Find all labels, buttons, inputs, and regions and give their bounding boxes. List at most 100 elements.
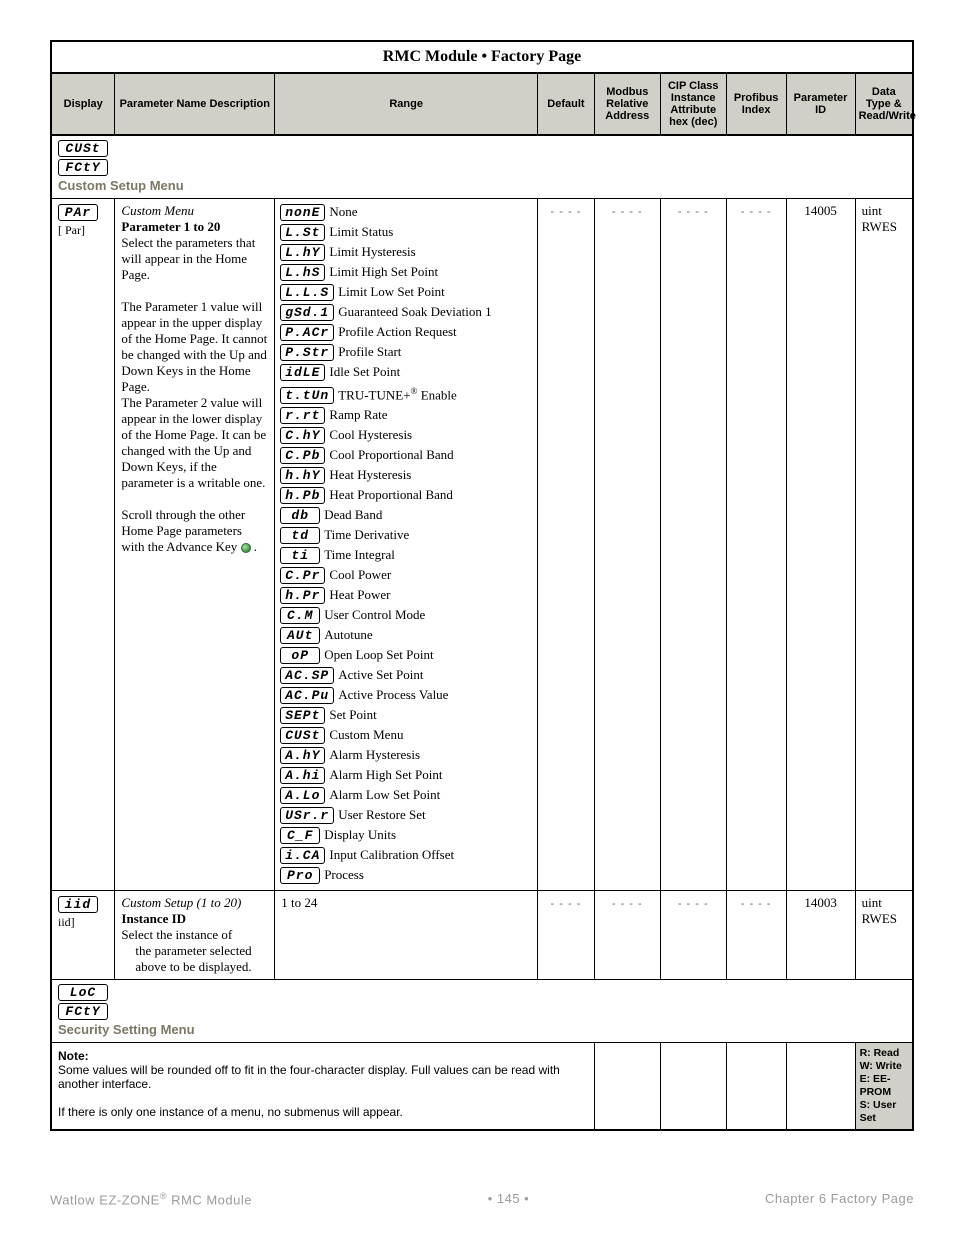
range-seg: L.St: [280, 224, 325, 241]
range-seg: L.hS: [280, 264, 325, 281]
range-item: nonENone: [280, 203, 532, 222]
range-text: Limit Low Set Point: [338, 283, 445, 300]
note-line1: Some values will be rounded off to fit i…: [58, 1063, 560, 1091]
range-text: Limit Status: [329, 223, 393, 240]
range-text: Autotune: [324, 626, 372, 643]
range-text: Process: [324, 866, 364, 883]
range-item: C.PbCool Proportional Band: [280, 446, 532, 465]
range-item: C.PrCool Power: [280, 566, 532, 585]
range-item: USr.rUser Restore Set: [280, 806, 532, 825]
range-text: Time Integral: [324, 546, 395, 563]
row1-bold: Parameter 1 to 20: [121, 219, 220, 234]
row1-profibus: - - - -: [741, 206, 772, 218]
row1-p4b: .: [251, 539, 258, 554]
row1-cip: - - - -: [678, 206, 709, 218]
range-seg: h.Pr: [280, 587, 325, 604]
range-text: Alarm High Set Point: [329, 766, 442, 783]
range-item: gSd.1Guaranteed Soak Deviation 1: [280, 303, 532, 322]
range-item: h.PbHeat Proportional Band: [280, 486, 532, 505]
row1-p1: Select the parameters that will appear i…: [121, 235, 255, 282]
range-seg: P.Str: [280, 344, 334, 361]
range-item: C.MUser Control Mode: [280, 606, 532, 625]
row1-seg: PAr: [58, 204, 98, 221]
range-item: ProProcess: [280, 866, 532, 885]
hdr-profibus: Profibus Index: [726, 73, 786, 135]
range-seg: i.CA: [280, 847, 325, 864]
row2-default: - - - -: [551, 898, 582, 910]
range-seg: A.hi: [280, 767, 325, 784]
range-item: AC.SPActive Set Point: [280, 666, 532, 685]
section1-seg2: FCtY: [58, 159, 108, 176]
section1-label: Custom Setup Menu: [58, 178, 184, 193]
footer-left: Watlow EZ-ZONE® RMC Module: [50, 1191, 252, 1207]
note-row: Note: Some values will be rounded off to…: [51, 1043, 913, 1131]
hdr-modbus: Modbus Relative Address: [594, 73, 660, 135]
range-text: TRU-TUNE+® Enable: [338, 383, 457, 403]
range-text: Cool Power: [329, 566, 391, 583]
range-text: Alarm Hysteresis: [329, 746, 420, 763]
range-text: Alarm Low Set Point: [329, 786, 440, 803]
range-seg: db: [280, 507, 320, 524]
row1-dt1: uint: [862, 203, 882, 218]
range-item: tdTime Derivative: [280, 526, 532, 545]
range-item: r.rtRamp Rate: [280, 406, 532, 425]
range-seg: Pro: [280, 867, 320, 884]
row1-param: 14005: [804, 203, 837, 218]
row1-p3: The Parameter 2 value will appear in the…: [121, 395, 266, 490]
range-text: Profile Start: [338, 343, 401, 360]
range-seg: t.tUn: [280, 387, 334, 404]
row1-range-list: nonENoneL.StLimit StatusL.hYLimit Hyster…: [275, 199, 538, 891]
range-seg: C.hY: [280, 427, 325, 444]
note-line2: If there is only one instance of a menu,…: [58, 1105, 403, 1119]
range-item: i.CAInput Calibration Offset: [280, 846, 532, 865]
range-seg: C.Pb: [280, 447, 325, 464]
range-text: Input Calibration Offset: [329, 846, 454, 863]
range-item: CUStCustom Menu: [280, 726, 532, 745]
range-text: User Restore Set: [338, 806, 425, 823]
row1-dt2: RWES: [862, 219, 897, 234]
range-text: Custom Menu: [329, 726, 403, 743]
range-item: t.tUnTRU-TUNE+® Enable: [280, 383, 532, 405]
range-seg: gSd.1: [280, 304, 334, 321]
range-item: idLEIdle Set Point: [280, 363, 532, 382]
range-seg: idLE: [280, 364, 325, 381]
range-item: dbDead Band: [280, 506, 532, 525]
range-text: Idle Set Point: [329, 363, 400, 380]
range-text: Heat Power: [329, 586, 390, 603]
hdr-desc: Parameter Name Description: [115, 73, 275, 135]
range-text: Set Point: [329, 706, 376, 723]
note-title: Note:: [58, 1049, 89, 1063]
hdr-dtype: Data Type & Read/Write: [855, 73, 913, 135]
range-seg: ti: [280, 547, 320, 564]
range-text: Display Units: [324, 826, 396, 843]
range-text: None: [329, 203, 357, 220]
range-text: Heat Hysteresis: [329, 466, 411, 483]
range-item: C.hYCool Hysteresis: [280, 426, 532, 445]
range-seg: SEPt: [280, 707, 325, 724]
section2-seg2: FCtY: [58, 1003, 108, 1020]
range-seg: C.M: [280, 607, 320, 624]
section1-seg1: CUSt: [58, 140, 108, 157]
footer-right: Chapter 6 Factory Page: [765, 1191, 914, 1207]
range-item: A.hYAlarm Hysteresis: [280, 746, 532, 765]
range-seg: A.Lo: [280, 787, 325, 804]
range-seg: td: [280, 527, 320, 544]
table-title-row: RMC Module • Factory Page: [51, 41, 913, 73]
row-instance-id: iid iid] Custom Setup (1 to 20) Instance…: [51, 891, 913, 980]
range-item: L.StLimit Status: [280, 223, 532, 242]
range-seg: CUSt: [280, 727, 325, 744]
range-text: Profile Action Request: [338, 323, 456, 340]
row1-sublabel: [ Par]: [58, 223, 85, 237]
row2-seg: iid: [58, 896, 98, 913]
row1-default: - - - -: [551, 206, 582, 218]
row2-param: 14003: [804, 895, 837, 910]
range-seg: L.hY: [280, 244, 325, 261]
row2-dt2: RWES: [862, 911, 897, 926]
section2-seg1: LoC: [58, 984, 108, 1001]
range-text: Cool Proportional Band: [329, 446, 453, 463]
range-item: tiTime Integral: [280, 546, 532, 565]
hdr-display: Display: [51, 73, 115, 135]
range-item: h.PrHeat Power: [280, 586, 532, 605]
range-seg: nonE: [280, 204, 325, 221]
row2-sublabel: iid]: [58, 915, 75, 929]
